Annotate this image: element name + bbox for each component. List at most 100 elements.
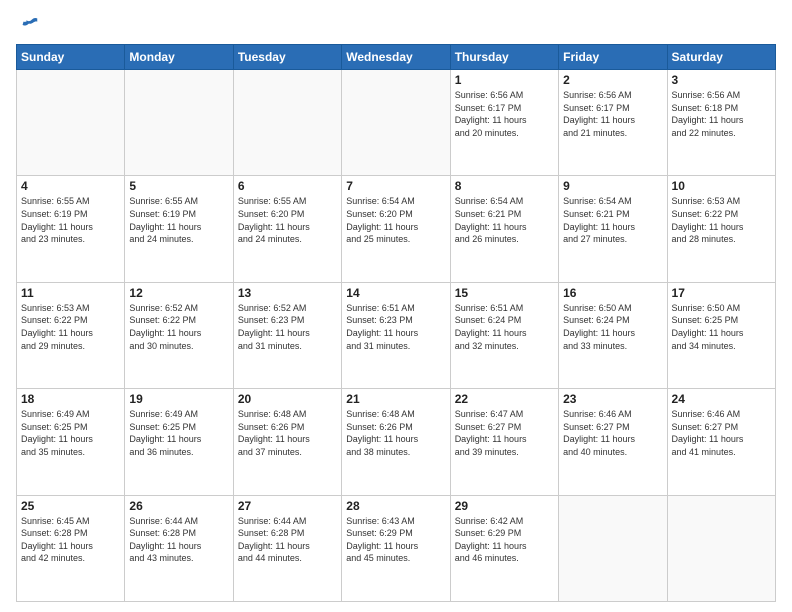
day-info: Sunrise: 6:48 AM Sunset: 6:26 PM Dayligh…	[238, 408, 337, 458]
table-row: 20 Sunrise: 6:48 AM Sunset: 6:26 PM Dayli…	[233, 389, 341, 495]
table-row: 14 Sunrise: 6:51 AM Sunset: 6:23 PM Dayli…	[342, 282, 450, 388]
day-number: 21	[346, 392, 445, 406]
logo	[16, 16, 40, 34]
calendar-week-row: 11 Sunrise: 6:53 AM Sunset: 6:22 PM Dayli…	[17, 282, 776, 388]
col-wednesday: Wednesday	[342, 45, 450, 70]
table-row: 22Sunrise: 6:47 AM Sunset: 6:27 PM Dayli…	[450, 389, 558, 495]
day-info: Sunrise: 6:47 AM Sunset: 6:27 PM Dayligh…	[455, 408, 554, 458]
table-row: 9Sunrise: 6:54 AM Sunset: 6:21 PM Daylig…	[559, 176, 667, 282]
table-row: 17 Sunrise: 6:50 AM Sunset: 6:25 PM Dayli…	[667, 282, 775, 388]
day-info: Sunrise: 6:55 AM Sunset: 6:19 PM Dayligh…	[21, 195, 120, 245]
table-row	[233, 70, 341, 176]
header	[16, 16, 776, 34]
day-info: Sunrise: 6:55 AM Sunset: 6:20 PM Dayligh…	[238, 195, 337, 245]
day-info: Sunrise: 6:46 AM Sunset: 6:27 PM Dayligh…	[563, 408, 662, 458]
day-number: 27	[238, 499, 337, 513]
calendar-week-row: 4Sunrise: 6:55 AM Sunset: 6:19 PM Daylig…	[17, 176, 776, 282]
table-row: 4Sunrise: 6:55 AM Sunset: 6:19 PM Daylig…	[17, 176, 125, 282]
day-number: 26	[129, 499, 228, 513]
calendar-week-row: 25 Sunrise: 6:45 AM Sunset: 6:28 PM Dayli…	[17, 495, 776, 601]
table-row: 26 Sunrise: 6:44 AM Sunset: 6:28 PM Dayli…	[125, 495, 233, 601]
day-info: Sunrise: 6:54 AM Sunset: 6:21 PM Dayligh…	[563, 195, 662, 245]
col-tuesday: Tuesday	[233, 45, 341, 70]
col-thursday: Thursday	[450, 45, 558, 70]
day-info: Sunrise: 6:49 AM Sunset: 6:25 PM Dayligh…	[21, 408, 120, 458]
day-info: Sunrise: 6:44 AM Sunset: 6:28 PM Dayligh…	[129, 515, 228, 565]
table-row: 10 Sunrise: 6:53 AM Sunset: 6:22 PM Dayli…	[667, 176, 775, 282]
table-row: 27Sunrise: 6:44 AM Sunset: 6:28 PM Dayli…	[233, 495, 341, 601]
table-row: 11 Sunrise: 6:53 AM Sunset: 6:22 PM Dayli…	[17, 282, 125, 388]
calendar-table: Sunday Monday Tuesday Wednesday Thursday…	[16, 44, 776, 602]
day-info: Sunrise: 6:53 AM Sunset: 6:22 PM Dayligh…	[21, 302, 120, 352]
day-number: 24	[672, 392, 771, 406]
day-number: 12	[129, 286, 228, 300]
day-info: Sunrise: 6:54 AM Sunset: 6:20 PM Dayligh…	[346, 195, 445, 245]
col-monday: Monday	[125, 45, 233, 70]
table-row: 16 Sunrise: 6:50 AM Sunset: 6:24 PM Dayli…	[559, 282, 667, 388]
day-info: Sunrise: 6:43 AM Sunset: 6:29 PM Dayligh…	[346, 515, 445, 565]
day-info: Sunrise: 6:55 AM Sunset: 6:19 PM Dayligh…	[129, 195, 228, 245]
day-number: 16	[563, 286, 662, 300]
col-friday: Friday	[559, 45, 667, 70]
day-number: 20	[238, 392, 337, 406]
table-row: 12 Sunrise: 6:52 AM Sunset: 6:22 PM Dayli…	[125, 282, 233, 388]
table-row: 15 Sunrise: 6:51 AM Sunset: 6:24 PM Dayli…	[450, 282, 558, 388]
day-number: 29	[455, 499, 554, 513]
table-row: 7 Sunrise: 6:54 AM Sunset: 6:20 PM Daylig…	[342, 176, 450, 282]
table-row	[125, 70, 233, 176]
day-number: 5	[129, 179, 228, 193]
day-number: 25	[21, 499, 120, 513]
day-number: 6	[238, 179, 337, 193]
day-number: 3	[672, 73, 771, 87]
table-row: 28Sunrise: 6:43 AM Sunset: 6:29 PM Dayli…	[342, 495, 450, 601]
day-info: Sunrise: 6:45 AM Sunset: 6:28 PM Dayligh…	[21, 515, 120, 565]
day-info: Sunrise: 6:54 AM Sunset: 6:21 PM Dayligh…	[455, 195, 554, 245]
day-info: Sunrise: 6:53 AM Sunset: 6:22 PM Dayligh…	[672, 195, 771, 245]
day-info: Sunrise: 6:50 AM Sunset: 6:24 PM Dayligh…	[563, 302, 662, 352]
day-info: Sunrise: 6:56 AM Sunset: 6:17 PM Dayligh…	[563, 89, 662, 139]
day-number: 13	[238, 286, 337, 300]
table-row	[342, 70, 450, 176]
day-info: Sunrise: 6:42 AM Sunset: 6:29 PM Dayligh…	[455, 515, 554, 565]
day-info: Sunrise: 6:56 AM Sunset: 6:17 PM Dayligh…	[455, 89, 554, 139]
page: Sunday Monday Tuesday Wednesday Thursday…	[0, 0, 792, 612]
day-number: 10	[672, 179, 771, 193]
day-info: Sunrise: 6:49 AM Sunset: 6:25 PM Dayligh…	[129, 408, 228, 458]
day-number: 2	[563, 73, 662, 87]
day-number: 11	[21, 286, 120, 300]
day-number: 18	[21, 392, 120, 406]
table-row: 8 Sunrise: 6:54 AM Sunset: 6:21 PM Daylig…	[450, 176, 558, 282]
day-info: Sunrise: 6:52 AM Sunset: 6:22 PM Dayligh…	[129, 302, 228, 352]
day-number: 8	[455, 179, 554, 193]
day-info: Sunrise: 6:48 AM Sunset: 6:26 PM Dayligh…	[346, 408, 445, 458]
table-row: 3 Sunrise: 6:56 AM Sunset: 6:18 PM Daylig…	[667, 70, 775, 176]
day-info: Sunrise: 6:52 AM Sunset: 6:23 PM Dayligh…	[238, 302, 337, 352]
table-row: 13 Sunrise: 6:52 AM Sunset: 6:23 PM Dayli…	[233, 282, 341, 388]
calendar-week-row: 18 Sunrise: 6:49 AM Sunset: 6:25 PM Dayli…	[17, 389, 776, 495]
col-saturday: Saturday	[667, 45, 775, 70]
table-row: 6 Sunrise: 6:55 AM Sunset: 6:20 PM Daylig…	[233, 176, 341, 282]
table-row: 1 Sunrise: 6:56 AM Sunset: 6:17 PM Daylig…	[450, 70, 558, 176]
day-number: 19	[129, 392, 228, 406]
day-number: 1	[455, 73, 554, 87]
day-number: 23	[563, 392, 662, 406]
day-number: 7	[346, 179, 445, 193]
table-row: 2 Sunrise: 6:56 AM Sunset: 6:17 PM Daylig…	[559, 70, 667, 176]
day-number: 14	[346, 286, 445, 300]
table-row: 5 Sunrise: 6:55 AM Sunset: 6:19 PM Daylig…	[125, 176, 233, 282]
table-row: 29 Sunrise: 6:42 AM Sunset: 6:29 PM Dayli…	[450, 495, 558, 601]
table-row: 25 Sunrise: 6:45 AM Sunset: 6:28 PM Dayli…	[17, 495, 125, 601]
table-row: 23 Sunrise: 6:46 AM Sunset: 6:27 PM Dayli…	[559, 389, 667, 495]
day-info: Sunrise: 6:51 AM Sunset: 6:24 PM Dayligh…	[455, 302, 554, 352]
day-number: 15	[455, 286, 554, 300]
calendar-week-row: 1 Sunrise: 6:56 AM Sunset: 6:17 PM Daylig…	[17, 70, 776, 176]
table-row	[667, 495, 775, 601]
day-info: Sunrise: 6:51 AM Sunset: 6:23 PM Dayligh…	[346, 302, 445, 352]
table-row: 21 Sunrise: 6:48 AM Sunset: 6:26 PM Dayli…	[342, 389, 450, 495]
logo-bird-icon	[18, 12, 40, 34]
day-info: Sunrise: 6:50 AM Sunset: 6:25 PM Dayligh…	[672, 302, 771, 352]
day-number: 17	[672, 286, 771, 300]
table-row	[17, 70, 125, 176]
day-info: Sunrise: 6:56 AM Sunset: 6:18 PM Dayligh…	[672, 89, 771, 139]
calendar-header-row: Sunday Monday Tuesday Wednesday Thursday…	[17, 45, 776, 70]
